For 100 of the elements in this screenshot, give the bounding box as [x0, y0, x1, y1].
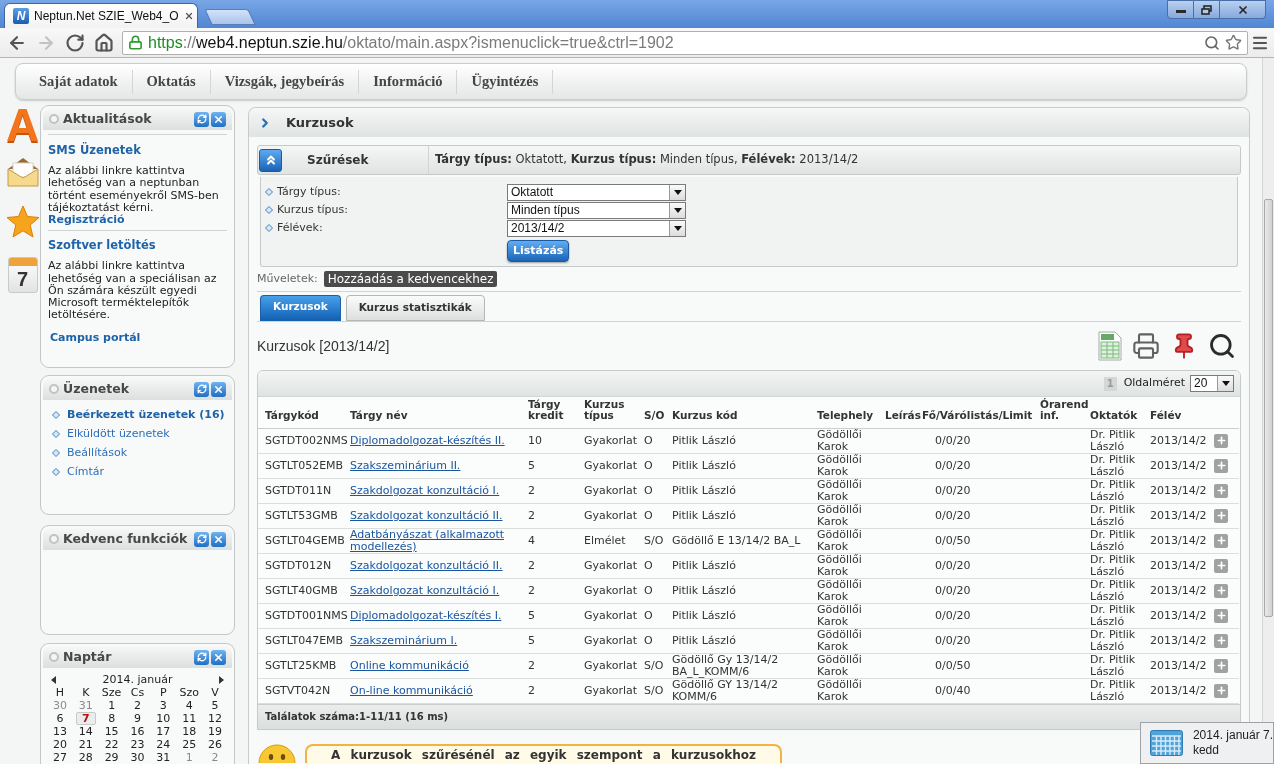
printer-icon[interactable] [1132, 332, 1160, 360]
dropdown-field[interactable]: Minden típus [507, 201, 686, 219]
calendar-day[interactable]: 11 [182, 712, 197, 725]
calendar-day[interactable]: 24 [156, 738, 171, 751]
refresh-icon[interactable] [194, 111, 209, 127]
plus-icon[interactable] [1214, 458, 1228, 473]
calendar-day[interactable]: 22 [104, 738, 119, 751]
tab[interactable]: Kurzusok [260, 295, 341, 321]
plus-icon[interactable] [1214, 533, 1228, 548]
message-folder-link[interactable]: Elküldött üzenetek [67, 425, 170, 443]
menu-item[interactable]: Vizsgák, jegybeírás [210, 69, 360, 94]
address-field[interactable]: https://web4.neptun.szie.hu/oktato/main.aspx?ismenuclick=true&ctrl=1902 [122, 30, 1248, 55]
dropdown-field[interactable]: Oktatott [507, 183, 686, 201]
plus-icon[interactable] [1214, 608, 1228, 623]
calendar-day[interactable]: 23 [130, 738, 145, 751]
course-name-link[interactable]: Szakdolgozat konzultáció I. [350, 484, 500, 497]
news-heading-link[interactable]: SMS Üzenetek [48, 144, 141, 157]
calendar-day[interactable]: 15 [104, 725, 119, 738]
plus-icon[interactable] [1214, 658, 1228, 673]
plus-icon[interactable] [1214, 583, 1228, 598]
calendar-day[interactable]: 30 [130, 751, 145, 764]
window-close-button[interactable] [1220, 0, 1266, 19]
scrollbar-thumb[interactable] [1264, 199, 1273, 617]
minimize-button[interactable] [1167, 0, 1194, 19]
next-month-icon[interactable] [219, 675, 224, 684]
calendar-day[interactable]: 19 [208, 725, 223, 738]
course-name-link[interactable]: Online kommunikáció [350, 659, 469, 672]
calendar-day[interactable]: 12 [208, 712, 223, 725]
calendar-day[interactable]: 7 [75, 712, 96, 725]
dropdown-field[interactable]: 2013/14/2 [507, 219, 686, 237]
calendar-day[interactable]: 14 [78, 725, 93, 738]
plus-icon[interactable] [1214, 508, 1228, 523]
restore-button[interactable] [1194, 0, 1220, 19]
plus-icon[interactable] [1214, 483, 1228, 498]
envelope-icon[interactable] [6, 157, 39, 187]
plus-icon[interactable] [1214, 633, 1228, 648]
browser-tab[interactable]: N Neptun.Net SZIE_Web4_O [4, 3, 198, 28]
course-name-link[interactable]: Diplomadolgozat-készítés I. [350, 609, 502, 622]
course-name-link[interactable]: Szakszeminárium II. [350, 459, 461, 472]
list-button[interactable]: Listázás [507, 240, 570, 263]
refresh-icon[interactable] [194, 381, 209, 397]
calendar-day[interactable]: 1 [108, 699, 116, 712]
close-icon[interactable] [211, 111, 226, 127]
calendar-day[interactable]: 6 [56, 712, 64, 725]
menu-item[interactable]: Információ [359, 69, 458, 94]
news-heading-link[interactable]: Szoftver letöltés [48, 239, 156, 252]
calendar-day[interactable]: 29 [104, 751, 119, 764]
calendar-day[interactable]: 8 [108, 712, 116, 725]
course-name-link[interactable]: Diplomadolgozat-készítés II. [350, 434, 505, 447]
course-name-link[interactable]: Szakszeminárium I. [350, 634, 458, 647]
calendar-day[interactable]: 2 [134, 699, 141, 712]
close-icon[interactable] [211, 381, 226, 397]
spreadsheet-icon[interactable] [1098, 331, 1122, 361]
message-folder-link[interactable]: Címtár [67, 463, 105, 481]
new-tab-button[interactable] [204, 9, 256, 25]
course-name-link[interactable]: On-line kommunikáció [350, 684, 473, 697]
calendar-button[interactable]: 7 [7, 257, 38, 293]
calendar-day[interactable]: 28 [78, 751, 93, 764]
refresh-icon[interactable] [194, 531, 209, 547]
page-size-select[interactable]: 20 [1190, 375, 1234, 392]
previous-month-icon[interactable] [51, 675, 56, 684]
menu-item[interactable]: Ügyintézés [457, 69, 554, 94]
menu-item[interactable]: Oktatás [132, 69, 211, 94]
calendar-day[interactable]: 20 [52, 738, 67, 751]
course-name-link[interactable]: Szakdolgozat konzultáció II. [350, 509, 503, 522]
calendar-day[interactable]: 27 [52, 751, 67, 764]
calendar-day[interactable]: 31 [156, 751, 171, 764]
calendar-day[interactable]: 18 [182, 725, 197, 738]
message-folder-link[interactable]: Beérkezett üzenetek (16) [67, 406, 225, 424]
plus-icon[interactable] [1214, 558, 1228, 573]
close-icon[interactable] [211, 649, 226, 665]
close-icon[interactable] [183, 11, 194, 21]
course-name-link[interactable]: Szakdolgozat konzultáció I. [350, 584, 500, 597]
calendar-day[interactable]: 10 [156, 712, 171, 725]
news-link[interactable]: Campus portál [50, 332, 141, 345]
search-icon[interactable] [1208, 332, 1236, 360]
calendar-day[interactable]: 4 [185, 699, 193, 712]
plus-icon[interactable] [1214, 433, 1228, 448]
calendar-day[interactable]: 9 [134, 712, 141, 725]
news-link[interactable]: Regisztráció [48, 214, 125, 227]
close-icon[interactable] [211, 531, 226, 547]
plus-icon[interactable] [1214, 683, 1228, 698]
calendar-day[interactable]: 21 [78, 738, 93, 751]
calendar-day[interactable]: 26 [208, 738, 223, 751]
add-to-favorites-button[interactable]: Hozzáadás a kedvencekhez [323, 271, 498, 287]
calendar-day[interactable]: 13 [52, 725, 67, 738]
calendar-day[interactable]: 3 [159, 699, 167, 712]
tab[interactable]: Kurzus statisztikák [345, 295, 485, 321]
course-name-link[interactable]: Adatbányászat (alkalmazott modellezés) [350, 529, 524, 552]
refresh-icon[interactable] [194, 649, 209, 665]
menu-item[interactable]: Saját adatok [25, 69, 133, 94]
collapse-button[interactable] [259, 148, 282, 172]
calendar-day[interactable]: 16 [130, 725, 145, 738]
course-name-link[interactable]: Szakdolgozat konzultáció II. [350, 559, 503, 572]
calendar-day[interactable]: 5 [211, 699, 219, 712]
star-icon[interactable] [5, 205, 40, 238]
calendar-day[interactable]: 25 [182, 738, 197, 751]
calendar-day[interactable]: 17 [156, 725, 171, 738]
message-folder-link[interactable]: Beállítások [67, 444, 128, 462]
bookmark-star-icon[interactable] [1225, 34, 1242, 51]
